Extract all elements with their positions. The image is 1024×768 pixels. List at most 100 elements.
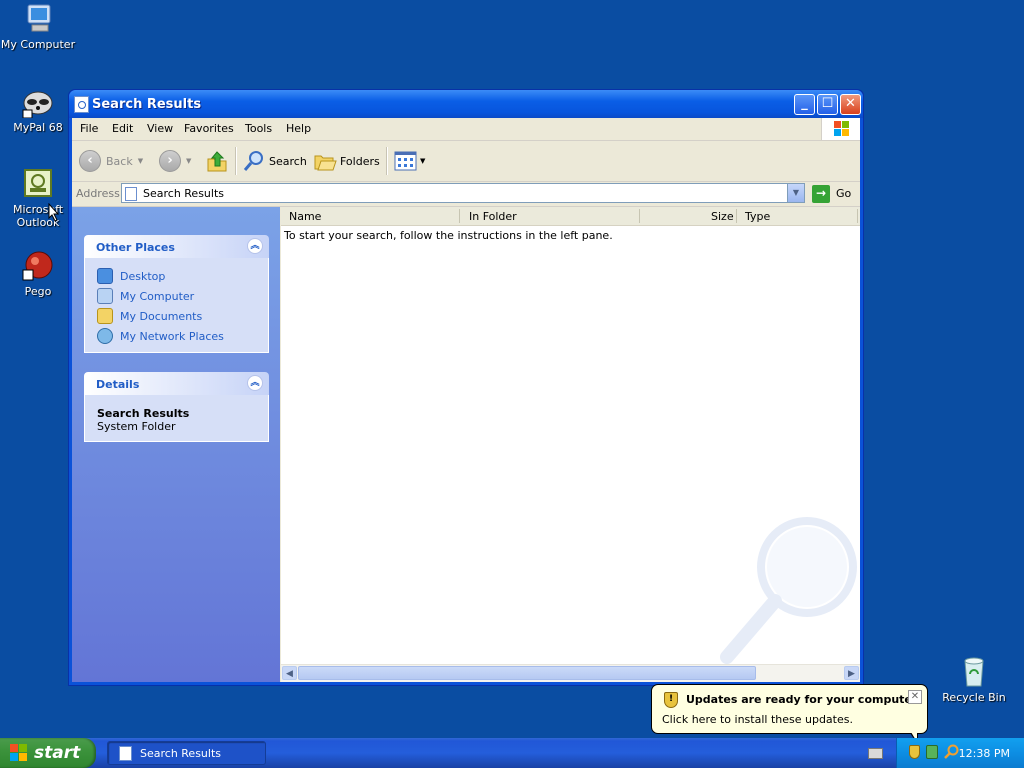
desktop-icon-recycle-bin[interactable]: Recycle Bin xyxy=(936,656,1012,704)
place-my-documents[interactable]: My Documents xyxy=(97,306,268,326)
search-button[interactable]: Search xyxy=(242,148,307,174)
address-bar: Address Search Results ▼ → Go xyxy=(72,182,860,207)
other-places-title: Other Places xyxy=(96,241,175,254)
windows-update-shield-icon[interactable] xyxy=(909,745,920,759)
back-button[interactable]: ‹ Back ▼ xyxy=(79,148,143,174)
column-name[interactable]: Name xyxy=(289,210,321,224)
details-title: Details xyxy=(96,378,140,391)
scroll-thumb[interactable] xyxy=(298,666,756,680)
desktop-icon-label: Recycle Bin xyxy=(942,691,1006,704)
menu-help[interactable]: Help xyxy=(286,122,311,135)
desktop-icon-outlook[interactable]: Microsoft Outlook xyxy=(0,168,76,229)
search-label: Search xyxy=(269,154,307,168)
menu-edit[interactable]: Edit xyxy=(112,122,133,135)
search-hint: To start your search, follow the instruc… xyxy=(284,229,613,242)
start-label: start xyxy=(34,743,81,763)
balloon-message[interactable]: Click here to install these updates. xyxy=(662,713,853,726)
up-folder-button[interactable] xyxy=(205,148,229,174)
views-button[interactable]: ▼ xyxy=(394,148,425,174)
my-computer-icon xyxy=(97,288,113,304)
folders-icon xyxy=(314,155,337,171)
toolbar-separator xyxy=(386,147,388,175)
details-type: System Folder xyxy=(97,420,176,433)
forward-arrow-icon: › xyxy=(159,150,181,172)
column-type[interactable]: Type xyxy=(745,210,770,224)
back-arrow-icon: ‹ xyxy=(79,150,101,172)
address-input[interactable]: Search Results ▼ xyxy=(121,183,805,203)
address-label: Address xyxy=(76,187,120,200)
chevron-down-icon: ▼ xyxy=(137,157,144,165)
desktop-icon-label: My Computer xyxy=(0,38,76,51)
maximize-button[interactable]: ☐ xyxy=(817,94,838,115)
my-computer-icon xyxy=(22,3,54,35)
explorer-window: Search Results _ ☐ ✕ File Edit View Favo… xyxy=(68,89,864,686)
column-divider[interactable] xyxy=(857,209,858,223)
task-label: Search Results xyxy=(140,746,222,760)
place-desktop[interactable]: Desktop xyxy=(97,266,268,286)
menu-view[interactable]: View xyxy=(147,122,173,135)
network-icon[interactable] xyxy=(926,745,938,759)
folders-button[interactable]: Folders xyxy=(313,148,380,174)
details-header[interactable]: Details ︽ xyxy=(84,372,269,395)
place-label: My Network Places xyxy=(120,329,224,343)
start-button[interactable]: start xyxy=(0,738,96,768)
window-client: File Edit View Favorites Tools Help ‹ Ba… xyxy=(72,118,860,682)
close-icon[interactable]: ✕ xyxy=(908,690,922,704)
column-in-folder[interactable]: In Folder xyxy=(469,210,517,224)
address-dropdown-icon[interactable]: ▼ xyxy=(787,184,804,202)
collapse-icon[interactable]: ︽ xyxy=(247,238,263,254)
balloon-title: Updates are ready for your computer xyxy=(686,693,918,706)
details-body: Search Results System Folder xyxy=(84,395,269,442)
go-button[interactable]: → Go xyxy=(812,184,851,203)
chevron-down-icon: ▼ xyxy=(420,157,426,165)
scroll-left-icon[interactable]: ◀ xyxy=(282,666,297,680)
desktop-icon xyxy=(97,268,113,284)
scroll-right-icon[interactable]: ▶ xyxy=(844,666,859,680)
search-tray-icon[interactable] xyxy=(943,744,959,760)
magnifier-watermark-icon xyxy=(720,517,857,664)
menu-bar: File Edit View Favorites Tools Help xyxy=(72,118,860,141)
recycle-bin-icon xyxy=(958,656,990,688)
mouse-cursor-icon xyxy=(48,203,60,222)
clock[interactable]: 12:38 PM xyxy=(959,747,1010,760)
search-icon xyxy=(243,151,263,171)
menu-tools[interactable]: Tools xyxy=(245,122,272,135)
results-pane[interactable]: Name In Folder Size Type To start your s… xyxy=(281,207,860,682)
taskbar: start Search Results 12:38 PM xyxy=(0,738,1024,768)
column-divider[interactable] xyxy=(639,209,640,223)
menu-file[interactable]: File xyxy=(80,122,98,135)
column-divider[interactable] xyxy=(459,209,460,223)
keyboard-icon[interactable] xyxy=(868,748,883,759)
taskbar-button-search-results[interactable]: Search Results xyxy=(107,741,266,765)
back-label: Back xyxy=(106,154,133,168)
horizontal-scrollbar[interactable]: ◀ ▶ xyxy=(281,664,860,682)
collapse-icon[interactable]: ︽ xyxy=(247,375,263,391)
place-my-computer[interactable]: My Computer xyxy=(97,286,268,306)
forward-button[interactable]: › ▼ xyxy=(159,148,191,174)
details-name: Search Results xyxy=(97,407,190,420)
desktop-icon-mypal[interactable]: MyPal 68 xyxy=(0,86,76,134)
desktop-icon-pego[interactable]: Pego xyxy=(0,250,76,298)
column-header: Name In Folder Size Type xyxy=(281,207,860,226)
window-title: Search Results xyxy=(92,97,202,112)
minimize-button[interactable]: _ xyxy=(794,94,815,115)
search-results-icon xyxy=(74,96,89,113)
update-notification-balloon[interactable]: ! Updates are ready for your computer Cl… xyxy=(651,684,928,745)
close-button[interactable]: ✕ xyxy=(840,94,861,115)
column-divider[interactable] xyxy=(736,209,737,223)
title-bar[interactable]: Search Results _ ☐ ✕ xyxy=(69,90,863,118)
place-my-network-places[interactable]: My Network Places xyxy=(97,326,268,346)
menu-favorites[interactable]: Favorites xyxy=(184,122,234,135)
other-places-header[interactable]: Other Places ︽ xyxy=(84,235,269,258)
pego-icon xyxy=(22,250,54,282)
network-places-icon xyxy=(97,328,113,344)
search-results-icon xyxy=(125,187,137,201)
place-label: Desktop xyxy=(120,269,166,283)
desktop-icon-my-computer[interactable]: My Computer xyxy=(0,3,76,51)
details-panel: Details ︽ Search Results System Folder xyxy=(84,372,269,442)
desktop-icon-label: MyPal 68 xyxy=(13,121,63,134)
place-label: My Documents xyxy=(120,309,203,323)
column-size[interactable]: Size xyxy=(711,210,734,224)
go-arrow-icon: → xyxy=(812,184,830,203)
system-tray: 12:38 PM xyxy=(896,738,1024,768)
